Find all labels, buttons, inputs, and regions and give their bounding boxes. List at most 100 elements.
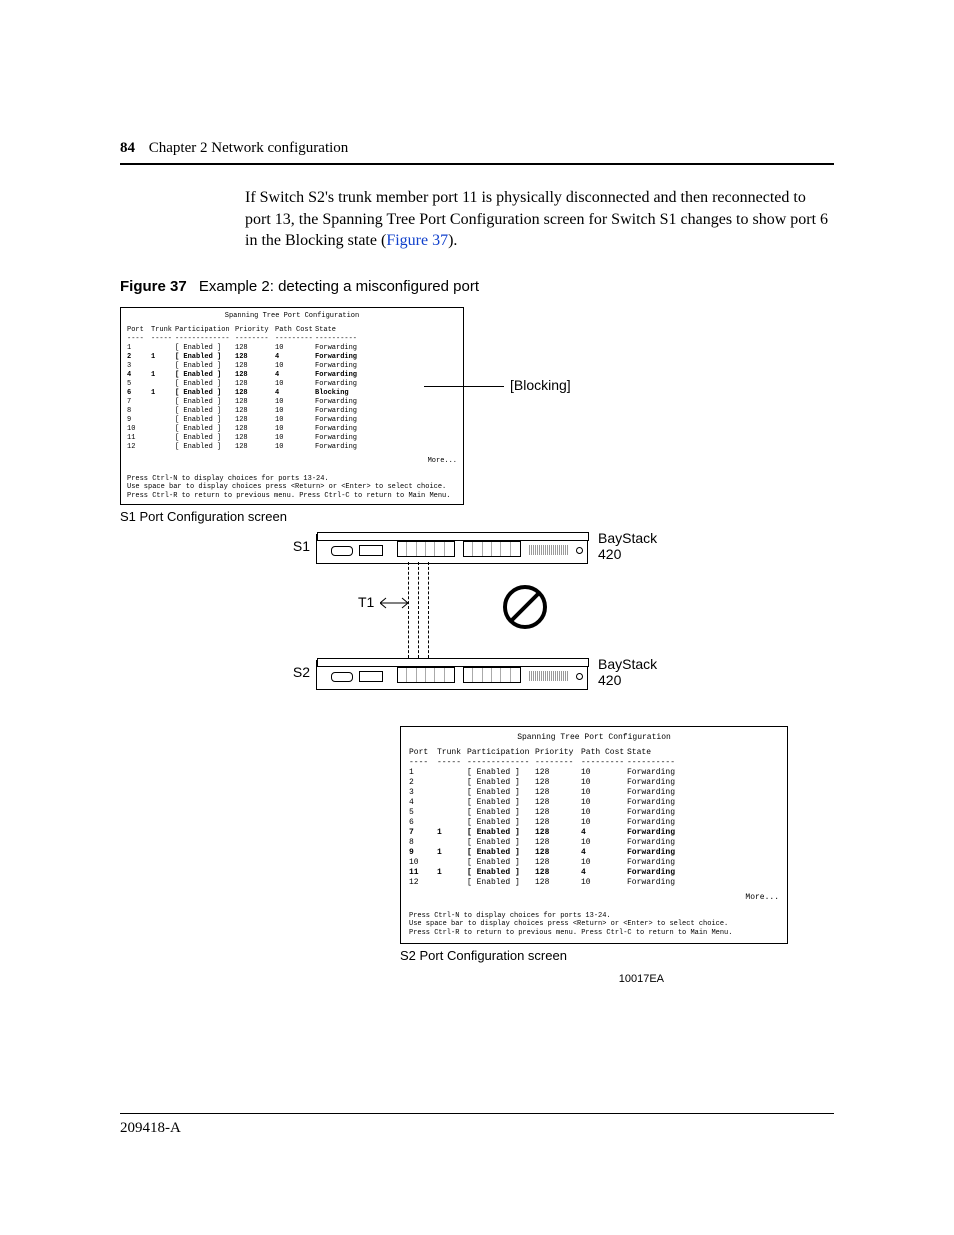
table-cell	[151, 362, 175, 370]
table-cell	[151, 416, 175, 424]
col-header: Priority	[535, 748, 581, 757]
table-cell: 10	[581, 838, 627, 847]
table-cell: Forwarding	[627, 848, 683, 857]
table-cell: 1	[151, 353, 175, 361]
table-cell: [ Enabled ]	[467, 868, 535, 877]
table-cell	[151, 425, 175, 433]
trunk-label: T1	[358, 594, 374, 610]
table-cell: 128	[535, 798, 581, 807]
s2-config-screen: Spanning Tree Port Configuration PortTru…	[400, 726, 788, 944]
table-cell: 128	[535, 768, 581, 777]
switch-s2	[316, 660, 588, 690]
table-cell: [ Enabled ]	[175, 398, 235, 406]
table-cell: [ Enabled ]	[467, 878, 535, 887]
table-cell: Forwarding	[315, 371, 365, 379]
table-cell: 10	[275, 407, 315, 415]
table-cell: [ Enabled ]	[467, 778, 535, 787]
table-cell	[437, 878, 467, 887]
s1-label: S1	[280, 538, 310, 554]
col-header: Priority	[235, 326, 275, 334]
logo-icon	[331, 546, 353, 556]
table-cell: Forwarding	[627, 828, 683, 837]
col-header: Port	[127, 326, 151, 334]
table-cell: 128	[535, 808, 581, 817]
table-cell: [ Enabled ]	[175, 380, 235, 388]
table-cell: 10	[581, 788, 627, 797]
table-cell: 1	[437, 848, 467, 857]
table-cell: [ Enabled ]	[467, 848, 535, 857]
col-header: Participation	[467, 748, 535, 757]
col-header: State	[627, 748, 683, 757]
col-header: Path Cost	[275, 326, 315, 334]
table-cell: 8	[409, 838, 437, 847]
s2-label: S2	[280, 664, 310, 680]
table-cell: [ Enabled ]	[175, 443, 235, 451]
table-cell: 7	[409, 828, 437, 837]
chip-icon	[359, 545, 383, 556]
table-cell: 1	[437, 828, 467, 837]
table-cell: 10	[275, 398, 315, 406]
table-cell: 128	[535, 788, 581, 797]
link-line	[418, 562, 419, 658]
page-number: 84	[120, 140, 135, 156]
device2-label: BayStack 420	[598, 656, 678, 688]
table-cell: 3	[127, 362, 151, 370]
running-header: 84 Chapter 2 Network configuration	[120, 140, 834, 165]
table-cell: 128	[235, 344, 275, 352]
table-cell: 5	[409, 808, 437, 817]
col-header: Port	[409, 748, 437, 757]
s1-config-screen: Spanning Tree Port Configuration PortTru…	[120, 307, 464, 505]
table-cell: [ Enabled ]	[467, 768, 535, 777]
table-cell: 10	[581, 798, 627, 807]
arrow-icon	[380, 596, 408, 608]
link-line	[408, 562, 409, 658]
table-cell: 6	[409, 818, 437, 827]
figure-link[interactable]: Figure 37	[386, 232, 448, 249]
table-cell: 9	[409, 848, 437, 857]
callout-line	[424, 386, 504, 387]
table-cell: 10	[127, 425, 151, 433]
figure-label: Figure 37	[120, 278, 187, 295]
col-header: Trunk	[151, 326, 175, 334]
table-cell: 11	[127, 434, 151, 442]
table-cell: Forwarding	[315, 407, 365, 415]
table-cell	[437, 838, 467, 847]
table-cell: [ Enabled ]	[175, 371, 235, 379]
table-cell: [ Enabled ]	[175, 353, 235, 361]
reference-code: 10017EA	[120, 973, 664, 985]
table-cell: 7	[127, 398, 151, 406]
table-cell	[437, 858, 467, 867]
table-cell: Forwarding	[627, 768, 683, 777]
table-cell: 10	[581, 778, 627, 787]
forbidden-icon	[502, 584, 548, 630]
table-cell: Forwarding	[627, 788, 683, 797]
table-cell: [ Enabled ]	[175, 362, 235, 370]
table-cell: 12	[127, 443, 151, 451]
para-text-after: ).	[448, 232, 457, 249]
table-cell	[437, 788, 467, 797]
table-cell: 128	[235, 416, 275, 424]
table-cell	[151, 434, 175, 442]
table-cell: 128	[235, 353, 275, 361]
table-cell: Forwarding	[315, 398, 365, 406]
table-cell	[151, 443, 175, 451]
table-cell: [ Enabled ]	[467, 808, 535, 817]
table-cell	[437, 778, 467, 787]
col-header: Trunk	[437, 748, 467, 757]
table-cell: 4	[581, 848, 627, 857]
s1-footer-hints: Press Ctrl-N to display choices for port…	[127, 475, 457, 500]
ports-s2	[397, 667, 521, 683]
s2-footer-hints: Press Ctrl-N to display choices for port…	[409, 912, 779, 937]
table-cell: 10	[275, 344, 315, 352]
table-cell: Forwarding	[315, 416, 365, 424]
page-footer: 209418-A	[120, 1113, 834, 1137]
table-cell: [ Enabled ]	[175, 434, 235, 442]
led-icon	[576, 547, 583, 554]
table-cell: [ Enabled ]	[467, 818, 535, 827]
table-cell: 1	[437, 868, 467, 877]
table-cell: 3	[409, 788, 437, 797]
table-cell: 128	[535, 828, 581, 837]
table-cell: 128	[535, 848, 581, 857]
table-cell: 2	[127, 353, 151, 361]
table-cell: Forwarding	[627, 868, 683, 877]
